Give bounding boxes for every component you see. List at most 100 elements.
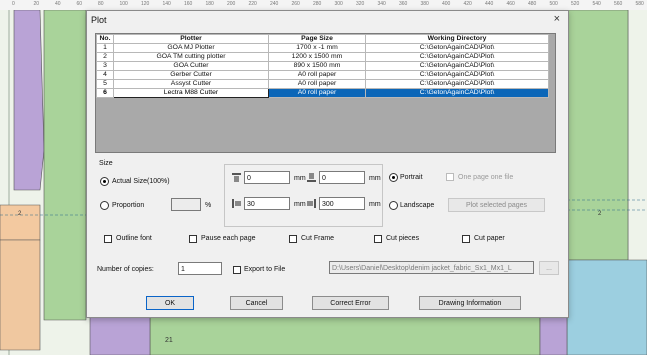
cell-plotter[interactable]: GOA TM cutting plotter (113, 52, 269, 62)
table-row[interactable]: 5 Assyst Cutter A0 roll paper C:\GetonAgain… (96, 79, 549, 89)
cell-no[interactable]: 2 (96, 52, 114, 62)
ruler-tick-label: 520 (571, 1, 580, 7)
plotter-table-area: No. Plotter Page Size Working Directory … (95, 33, 556, 153)
table-row[interactable]: 6 Lectra M88 Cutter A0 roll paper C:\GetonA… (96, 88, 549, 98)
ruler-tick-label: 180 (205, 1, 214, 7)
one-page-one-file-label: One page one file (458, 174, 514, 181)
cell-no[interactable]: 1 (96, 43, 114, 53)
ruler-tick-label: 200 (227, 1, 236, 7)
ruler-tick-label: 100 (119, 1, 128, 7)
ruler-tick-label: 340 (377, 1, 386, 7)
cell-working-directory[interactable]: C:\GetonAgainCAD\Plot\ (365, 43, 549, 53)
correct-error-button[interactable]: Correct Error (312, 296, 389, 310)
column-header-working-directory[interactable]: Working Directory (365, 34, 549, 44)
ruler-tick-label: 140 (162, 1, 171, 7)
proportion-radio[interactable] (100, 201, 109, 210)
column-header-plotter[interactable]: Plotter (113, 34, 269, 44)
cell-no[interactable]: 6 (96, 88, 114, 98)
unit-label: mm (294, 175, 306, 182)
export-path-input[interactable]: D:\Users\Daniel\Desktop\denim jacket_fab… (329, 261, 534, 274)
cut-pieces-checkbox[interactable] (374, 235, 382, 243)
cell-working-directory[interactable]: C:\GetonAgainCAD\Plot\ (365, 52, 549, 62)
ruler-tick-label: 460 (506, 1, 515, 7)
table-row[interactable]: 3 GOA Cutter 890 x 1500 mm C:\GetonAgainCAD… (96, 61, 549, 71)
ruler-tick-label: 260 (291, 1, 300, 7)
export-to-file-checkbox[interactable] (233, 266, 241, 274)
cell-page-size[interactable]: 890 x 1500 mm (268, 61, 366, 71)
actual-size-radio[interactable] (100, 177, 109, 186)
cell-page-size[interactable]: A0 roll paper (268, 70, 366, 80)
cell-page-size[interactable]: A0 roll paper (268, 79, 366, 89)
ruler-tick-label: 300 (334, 1, 343, 7)
cell-page-size[interactable]: A0 roll paper (268, 88, 366, 98)
ruler-tick-label: 0 (12, 1, 15, 7)
y-margin-input[interactable]: 300 (319, 197, 365, 210)
pause-each-page-checkbox[interactable] (189, 235, 197, 243)
ruler-tick-label: 40 (55, 1, 61, 7)
cell-no[interactable]: 5 (96, 79, 114, 89)
ruler-tick-label: 20 (33, 1, 40, 7)
cut-paper-checkbox[interactable] (462, 235, 470, 243)
ruler-tick-label: 400 (442, 1, 451, 7)
cut-frame-checkbox[interactable] (289, 235, 297, 243)
cell-plotter[interactable]: Assyst Cutter (113, 79, 269, 89)
cut-frame-label: Cut Frame (301, 235, 335, 242)
cell-plotter[interactable]: Gerber Cutter (113, 70, 269, 80)
cell-working-directory[interactable]: C:\GetonAgainCAD\Plot\ (365, 61, 549, 71)
outline-font-label: Outline font (116, 235, 152, 242)
one-page-one-file-checkbox[interactable] (446, 173, 454, 181)
ruler-tick-label: 560 (614, 1, 623, 7)
cell-working-directory[interactable]: C:\GetonAgainCAD\Plot\ (365, 79, 549, 89)
x-margin-icon (232, 199, 241, 208)
unit-label: mm (369, 175, 381, 182)
x-offset-icon (232, 173, 241, 182)
table-row[interactable]: 4 Gerber Cutter A0 roll paper C:\GetonAgain… (96, 70, 549, 80)
actual-size-label: Actual Size(100%) (112, 178, 170, 185)
table-row[interactable]: 2 GOA TM cutting plotter 1200 x 1500 mm C:\… (96, 52, 549, 62)
plotter-table: No. Plotter Page Size Working Directory … (96, 34, 549, 98)
cell-plotter[interactable]: GOA MJ Plotter (113, 43, 269, 53)
x-offset-input[interactable]: 0 (244, 171, 290, 184)
table-row[interactable]: 1 GOA MJ Plotter 1700 x -1 mm C:\GetonAgain… (96, 43, 549, 53)
ok-button[interactable]: OK (146, 296, 194, 310)
ruler-tick-label: 420 (463, 1, 472, 7)
portrait-label: Portrait (400, 174, 423, 181)
drawing-information-button[interactable]: Drawing Information (419, 296, 521, 310)
ruler-tick-label: 360 (399, 1, 408, 7)
column-header-no[interactable]: No. (96, 34, 114, 44)
ruler-tick-label: 280 (313, 1, 322, 7)
browse-button[interactable]: ... (539, 261, 559, 275)
outline-font-checkbox[interactable] (104, 235, 112, 243)
plot-dialog: Plot × No. Plotter Page Size Working Dir… (86, 10, 569, 318)
ruler-tick-label: 240 (270, 1, 279, 7)
close-icon[interactable]: × (554, 13, 560, 25)
cell-no[interactable]: 3 (96, 61, 114, 71)
proportion-label: Proportion (112, 202, 145, 209)
export-to-file-label: Export to File (244, 266, 286, 273)
cell-plotter[interactable]: GOA Cutter (113, 61, 269, 71)
cancel-button[interactable]: Cancel (230, 296, 283, 310)
cell-no[interactable]: 4 (96, 70, 114, 80)
portrait-radio[interactable] (389, 173, 398, 182)
proportion-input[interactable] (171, 198, 201, 211)
ruler-tick-label: 440 (485, 1, 494, 7)
column-header-page-size[interactable]: Page Size (268, 34, 366, 44)
ruler-tick-label: 500 (549, 1, 558, 7)
cell-working-directory[interactable]: C:\GetonAgainCAD\Plot\ (365, 88, 549, 98)
y-offset-input[interactable]: 0 (319, 171, 365, 184)
ruler-tick-label: 80 (98, 1, 104, 7)
cut-paper-label: Cut paper (474, 235, 505, 242)
landscape-radio[interactable] (389, 201, 398, 210)
cell-working-directory[interactable]: C:\GetonAgainCAD\Plot\ (365, 70, 549, 80)
x-margin-input[interactable]: 30 (244, 197, 290, 210)
percent-label: % (205, 202, 212, 209)
ruler-tick-label: 580 (635, 1, 644, 7)
cell-page-size[interactable]: 1200 x 1500 mm (268, 52, 366, 62)
copies-input[interactable]: 1 (178, 262, 222, 275)
landscape-label: Landscape (400, 202, 435, 209)
cell-page-size[interactable]: 1700 x -1 mm (268, 43, 366, 53)
ruler-tick-label: 380 (420, 1, 429, 7)
plot-selected-pages-button[interactable]: Plot selected pages (448, 198, 545, 212)
dialog-title: Plot (91, 15, 107, 25)
cell-plotter[interactable]: Lectra M88 Cutter (113, 88, 269, 98)
